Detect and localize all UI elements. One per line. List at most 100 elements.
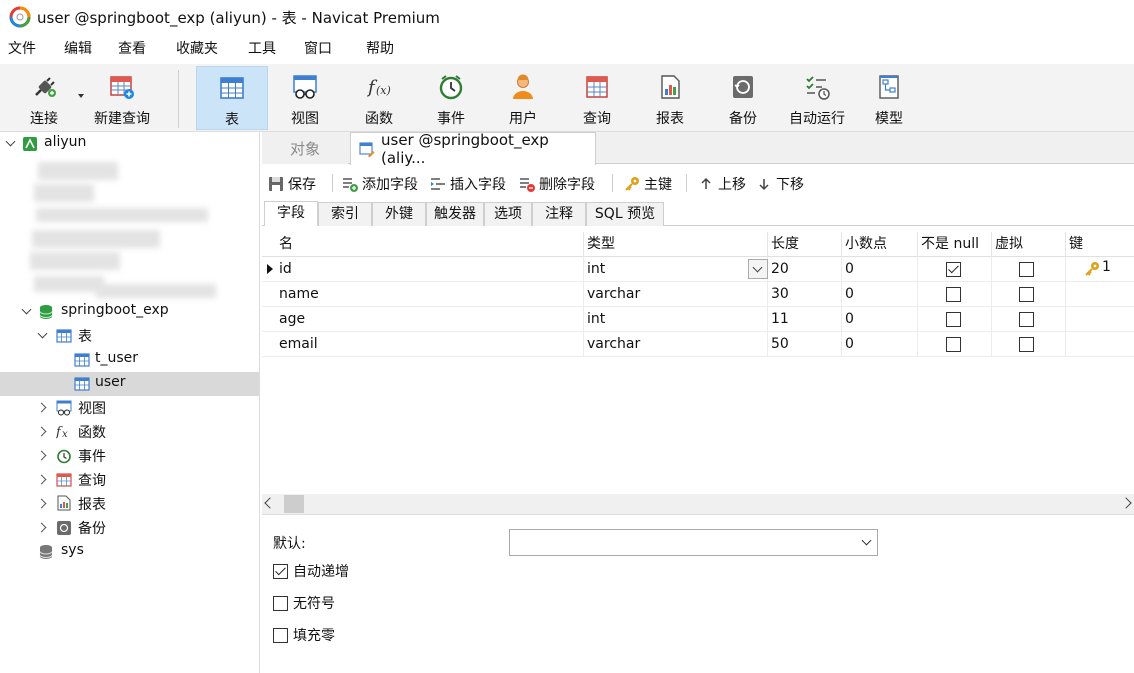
chevron-right-icon[interactable] — [38, 450, 48, 460]
type-dropdown-button[interactable] — [748, 259, 768, 279]
unsigned-checkbox[interactable] — [273, 596, 288, 611]
tree-table-user[interactable]: user — [0, 372, 259, 396]
tab-objects[interactable]: 对象 — [262, 132, 348, 164]
tree-connection-aliyun[interactable]: aliyun — [0, 132, 259, 156]
tree-folder-tables[interactable]: 表 — [0, 324, 259, 348]
table-row[interactable]: age int 11 0 — [262, 307, 1134, 332]
event-button[interactable]: 事件 — [422, 66, 480, 130]
subtab-fields[interactable]: 字段 — [264, 201, 318, 226]
delete-field-button[interactable]: 删除字段 — [519, 172, 595, 196]
field-length-cell[interactable]: 11 — [768, 307, 842, 332]
field-key-cell[interactable] — [1066, 332, 1134, 357]
save-button[interactable]: 保存 — [268, 172, 316, 196]
field-key-cell[interactable]: 1 — [1066, 257, 1134, 282]
tree-folder-events[interactable]: 事件 — [0, 444, 259, 468]
field-length-cell[interactable]: 30 — [768, 282, 842, 307]
subtab-comments[interactable]: 注释 — [532, 202, 586, 226]
automation-button[interactable]: 自动运行 — [782, 66, 852, 130]
tree-folder-views[interactable]: 视图 — [0, 396, 259, 420]
virtual-checkbox[interactable] — [1019, 337, 1034, 352]
not-null-checkbox[interactable] — [946, 287, 961, 302]
field-name-cell[interactable]: id — [276, 257, 584, 282]
chevron-right-icon[interactable] — [38, 498, 48, 508]
tree-folder-functions[interactable]: fx 函数 — [0, 420, 259, 444]
menu-edit[interactable]: 编辑 — [56, 34, 100, 64]
field-type-cell[interactable]: varchar — [584, 282, 768, 307]
column-header-decimals[interactable]: 小数点 — [842, 232, 918, 257]
menu-view[interactable]: 查看 — [110, 34, 154, 64]
tree-folder-backups[interactable]: 备份 — [0, 516, 259, 540]
field-name-cell[interactable]: email — [276, 332, 584, 357]
tree-table-t-user[interactable]: t_user — [0, 348, 259, 372]
menu-tools[interactable]: 工具 — [240, 34, 284, 64]
new-query-button[interactable]: 新建查询 — [88, 66, 156, 130]
field-length-cell[interactable]: 20 — [768, 257, 842, 282]
connect-button[interactable]: 连接 — [14, 66, 74, 130]
menu-help[interactable]: 帮助 — [358, 34, 402, 64]
chevron-right-icon[interactable] — [38, 522, 48, 532]
field-decimals-cell[interactable]: 0 — [842, 282, 918, 307]
model-button[interactable]: 模型 — [860, 66, 918, 130]
move-up-button[interactable]: 上移 — [698, 172, 746, 196]
field-decimals-cell[interactable]: 0 — [842, 332, 918, 357]
insert-field-button[interactable]: 插入字段 — [430, 172, 506, 196]
chevron-right-icon[interactable] — [38, 402, 48, 412]
field-key-cell[interactable] — [1066, 307, 1134, 332]
chevron-right-icon[interactable] — [38, 426, 48, 436]
user-button[interactable]: 用户 — [494, 66, 552, 130]
field-length-cell[interactable]: 50 — [768, 332, 842, 357]
tab-user-design[interactable]: user @springboot_exp (aliy... — [350, 131, 596, 167]
backup-button[interactable]: 备份 — [714, 66, 772, 130]
chevron-down-icon[interactable] — [6, 138, 16, 148]
chevron-right-icon[interactable] — [38, 474, 48, 484]
subtab-indexes[interactable]: 索引 — [318, 202, 372, 226]
table-row[interactable]: name varchar 30 0 — [262, 282, 1134, 307]
column-header-key[interactable]: 键 — [1066, 232, 1134, 257]
menu-file[interactable]: 文件 — [0, 34, 44, 64]
field-decimals-cell[interactable]: 0 — [842, 257, 918, 282]
add-field-button[interactable]: 添加字段 — [342, 172, 418, 196]
field-key-cell[interactable] — [1066, 282, 1134, 307]
column-header-type[interactable]: 类型 — [584, 232, 768, 257]
subtab-sql-preview[interactable]: SQL 预览 — [586, 202, 664, 226]
query-button[interactable]: 查询 — [568, 66, 626, 130]
field-name-cell[interactable]: age — [276, 307, 584, 332]
virtual-checkbox[interactable] — [1019, 287, 1034, 302]
subtab-triggers[interactable]: 触发器 — [426, 202, 484, 226]
column-header-not-null[interactable]: 不是 null — [918, 232, 992, 257]
tree-database-sys[interactable]: sys — [0, 540, 259, 564]
horizontal-scrollbar[interactable] — [262, 494, 1134, 514]
virtual-checkbox[interactable] — [1019, 262, 1034, 277]
chevron-down-icon[interactable] — [38, 330, 48, 340]
report-button[interactable]: 报表 — [641, 66, 699, 130]
virtual-checkbox[interactable] — [1019, 312, 1034, 327]
table-button[interactable]: 表 — [196, 66, 268, 130]
column-header-virtual[interactable]: 虚拟 — [992, 232, 1066, 257]
subtab-foreign-keys[interactable]: 外键 — [372, 202, 426, 226]
view-button[interactable]: 视图 — [276, 66, 334, 130]
zerofill-checkbox[interactable] — [273, 628, 288, 643]
menu-window[interactable]: 窗口 — [296, 34, 340, 64]
column-header-name[interactable]: 名 — [276, 232, 584, 257]
field-type-cell[interactable]: varchar — [584, 332, 768, 357]
tree-database-springboot-exp[interactable]: springboot_exp — [0, 300, 259, 324]
auto-increment-checkbox[interactable] — [273, 564, 288, 579]
scroll-left-icon[interactable] — [264, 497, 276, 509]
not-null-checkbox[interactable] — [946, 312, 961, 327]
column-header-length[interactable]: 长度 — [768, 232, 842, 257]
subtab-options[interactable]: 选项 — [484, 202, 532, 226]
field-type-cell[interactable]: int — [584, 257, 768, 282]
field-name-cell[interactable]: name — [276, 282, 584, 307]
scrollbar-thumb[interactable] — [284, 495, 304, 513]
move-down-button[interactable]: 下移 — [756, 172, 804, 196]
menu-favorites[interactable]: 收藏夹 — [168, 34, 226, 64]
function-button[interactable]: f (x) 函数 — [350, 66, 408, 130]
field-type-cell[interactable]: int — [584, 307, 768, 332]
connect-dropdown-arrow-icon[interactable] — [78, 94, 84, 98]
tree-folder-reports[interactable]: 报表 — [0, 492, 259, 516]
not-null-checkbox[interactable] — [946, 337, 961, 352]
default-value-select[interactable] — [509, 529, 878, 556]
tree-folder-queries[interactable]: 查询 — [0, 468, 259, 492]
chevron-down-icon[interactable] — [22, 306, 32, 316]
not-null-checkbox[interactable] — [946, 262, 961, 277]
